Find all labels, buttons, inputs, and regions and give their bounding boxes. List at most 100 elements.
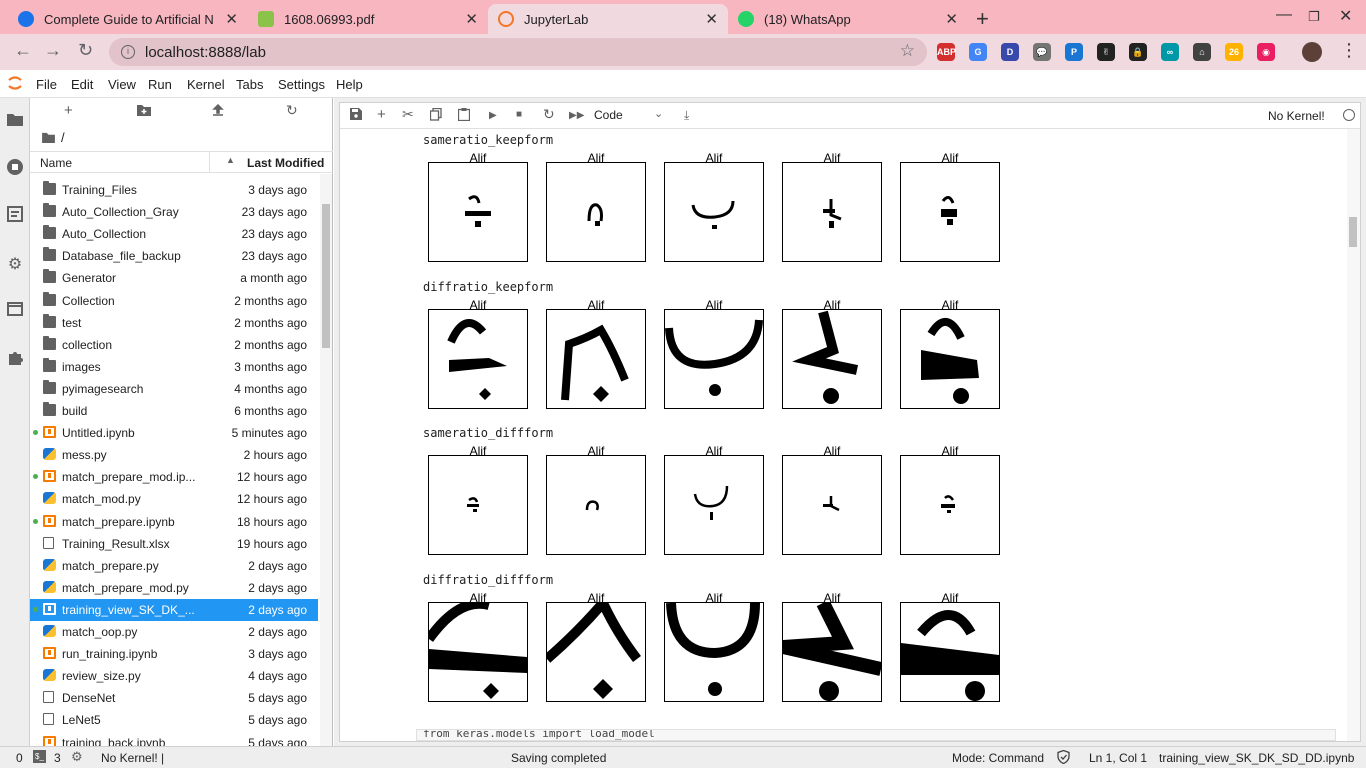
gear-icon[interactable]: ⚙ bbox=[71, 749, 83, 765]
file-row[interactable]: review_size.py 4 days ago bbox=[30, 665, 318, 687]
file-row[interactable]: Collection 2 months ago bbox=[30, 290, 318, 312]
column-divider[interactable] bbox=[209, 152, 210, 172]
file-row[interactable]: training_back.ipynb 5 days ago bbox=[30, 732, 318, 746]
status-kernels-count[interactable]: 0 bbox=[16, 751, 23, 765]
forward-icon[interactable]: → bbox=[44, 40, 62, 61]
browser-tab-ai-guide[interactable]: Complete Guide to Artificial N ✕ bbox=[8, 4, 248, 34]
refresh-icon[interactable]: ↻ bbox=[286, 102, 298, 119]
status-cursor-position[interactable]: Ln 1, Col 1 bbox=[1089, 751, 1147, 765]
kernel-name[interactable]: No Kernel! bbox=[1268, 109, 1325, 123]
extension-icon[interactable]: G bbox=[969, 43, 987, 61]
file-row[interactable]: Auto_Collection_Gray 23 days ago bbox=[30, 201, 318, 223]
restore-icon[interactable]: ❐ bbox=[1308, 9, 1320, 25]
column-modified-header[interactable]: Last Modified bbox=[247, 156, 324, 170]
file-row[interactable]: build 6 months ago bbox=[30, 400, 318, 422]
file-row[interactable]: match_prepare.py 2 days ago bbox=[30, 555, 318, 577]
menu-run[interactable]: Run bbox=[148, 77, 172, 92]
save-icon[interactable] bbox=[350, 108, 362, 123]
extension-icon[interactable]: ⌂ bbox=[1193, 43, 1211, 61]
cell-type-select[interactable]: Code bbox=[594, 108, 623, 122]
close-icon[interactable]: ✕ bbox=[465, 10, 478, 28]
close-icon[interactable]: ✕ bbox=[705, 10, 718, 28]
close-icon[interactable]: ✕ bbox=[225, 10, 238, 28]
file-row[interactable]: match_mod.py 12 hours ago bbox=[30, 488, 318, 510]
file-row[interactable]: collection 2 months ago bbox=[30, 334, 318, 356]
tabs-icon[interactable] bbox=[6, 302, 24, 320]
menu-edit[interactable]: Edit bbox=[71, 77, 93, 92]
back-icon[interactable]: ← bbox=[14, 40, 32, 61]
menu-tabs[interactable]: Tabs bbox=[236, 77, 263, 92]
profile-avatar[interactable] bbox=[1302, 42, 1322, 62]
file-row[interactable]: run_training.ipynb 3 days ago bbox=[30, 643, 318, 665]
notebook-scrollbar[interactable] bbox=[1347, 129, 1360, 741]
file-row[interactable]: match_oop.py 2 days ago bbox=[30, 621, 318, 643]
file-row[interactable]: mess.py 2 hours ago bbox=[30, 444, 318, 466]
run-icon[interactable]: ▶ bbox=[489, 110, 497, 121]
stop-icon[interactable]: ■ bbox=[516, 109, 522, 120]
menu-file[interactable]: File bbox=[36, 77, 57, 92]
file-row[interactable]: training_view_SK_DK_... 2 days ago bbox=[30, 598, 318, 621]
file-row[interactable]: images 3 months ago bbox=[30, 356, 318, 378]
chevron-down-icon[interactable]: ⌄ bbox=[654, 107, 663, 120]
file-row[interactable]: Generator a month ago bbox=[30, 267, 318, 289]
breadcrumb-path[interactable]: / bbox=[61, 130, 65, 145]
extension-icon[interactable]: ✌ bbox=[1097, 43, 1115, 61]
copy-icon[interactable] bbox=[429, 107, 442, 124]
file-row[interactable]: match_prepare_mod.ip... 12 hours ago bbox=[30, 466, 318, 488]
extension-icon[interactable]: D bbox=[1001, 43, 1019, 61]
file-row[interactable]: test 2 months ago bbox=[30, 312, 318, 334]
menu-view[interactable]: View bbox=[108, 77, 136, 92]
terminal-icon[interactable]: $_ bbox=[33, 750, 46, 763]
window-close-icon[interactable]: ✕ bbox=[1339, 6, 1352, 26]
reload-icon[interactable]: ↻ bbox=[78, 40, 93, 61]
extension-icon[interactable]: ABP bbox=[937, 43, 956, 61]
folder-icon[interactable] bbox=[42, 132, 55, 143]
paste-icon[interactable] bbox=[457, 108, 471, 124]
extension-icon[interactable]: ◉ bbox=[1257, 43, 1275, 61]
shield-icon[interactable] bbox=[1057, 749, 1070, 767]
file-row[interactable]: Database_file_backup 23 days ago bbox=[30, 245, 318, 267]
file-row[interactable]: LeNet5 5 days ago bbox=[30, 709, 318, 731]
browser-tab-jupyterlab[interactable]: JupyterLab ✕ bbox=[488, 4, 728, 34]
menu-kernel[interactable]: Kernel bbox=[187, 77, 225, 92]
file-row[interactable]: Training_Result.xlsx 19 hours ago bbox=[30, 533, 318, 555]
new-folder-icon[interactable] bbox=[137, 104, 151, 119]
bookmark-star-icon[interactable]: ☆ bbox=[900, 41, 915, 61]
status-kernel[interactable]: No Kernel! | bbox=[101, 751, 164, 765]
file-row[interactable]: Auto_Collection 23 days ago bbox=[30, 223, 318, 245]
address-bar[interactable]: i localhost:8888/lab ☆ bbox=[109, 38, 927, 66]
running-sessions-icon[interactable] bbox=[6, 158, 24, 176]
file-row[interactable]: match_prepare_mod.py 2 days ago bbox=[30, 577, 318, 599]
commands-icon[interactable] bbox=[6, 206, 24, 224]
extension-icon[interactable]: ∞ bbox=[1161, 43, 1179, 61]
next-code-cell[interactable]: [ ]:from keras.models import load_model bbox=[416, 729, 1336, 741]
insert-cell-icon[interactable]: + bbox=[377, 106, 386, 123]
site-info-icon[interactable]: i bbox=[121, 45, 135, 59]
extension-icon[interactable]: 🔒 bbox=[1129, 43, 1147, 61]
file-row[interactable]: pyimagesearch 4 months ago bbox=[30, 378, 318, 400]
browser-tab-pdf[interactable]: 1608.06993.pdf ✕ bbox=[248, 4, 488, 34]
menu-help[interactable]: Help bbox=[336, 77, 363, 92]
file-row[interactable]: Training_Files 3 days ago bbox=[30, 179, 318, 201]
column-name-header[interactable]: Name bbox=[40, 156, 72, 170]
restart-icon[interactable]: ↻ bbox=[543, 106, 555, 123]
extension-icon[interactable]: P bbox=[1065, 43, 1083, 61]
extension-icon[interactable]: 💬 bbox=[1033, 43, 1051, 61]
folder-icon[interactable] bbox=[6, 112, 24, 130]
new-launcher-icon[interactable]: + bbox=[64, 102, 73, 119]
file-row[interactable]: match_prepare.ipynb 18 hours ago bbox=[30, 511, 318, 533]
status-terminals-count[interactable]: 3 bbox=[54, 751, 61, 765]
scrollbar-thumb[interactable] bbox=[322, 204, 330, 348]
browser-menu-icon[interactable]: ⋮ bbox=[1340, 40, 1358, 61]
cut-icon[interactable]: ✂ bbox=[402, 106, 414, 123]
download-icon[interactable]: ⤓ bbox=[684, 108, 689, 123]
menu-settings[interactable]: Settings bbox=[278, 77, 325, 92]
extension-icon[interactable]: 26 bbox=[1225, 43, 1243, 61]
gear-icon[interactable]: ⚙ bbox=[6, 254, 24, 273]
file-row[interactable]: Untitled.ipynb 5 minutes ago bbox=[30, 422, 318, 444]
new-tab-icon[interactable]: + bbox=[976, 6, 989, 32]
close-icon[interactable]: ✕ bbox=[945, 10, 958, 28]
minimize-icon[interactable]: — bbox=[1276, 6, 1292, 24]
scrollbar-thumb[interactable] bbox=[1349, 217, 1357, 247]
file-list-scrollbar[interactable] bbox=[320, 174, 332, 746]
